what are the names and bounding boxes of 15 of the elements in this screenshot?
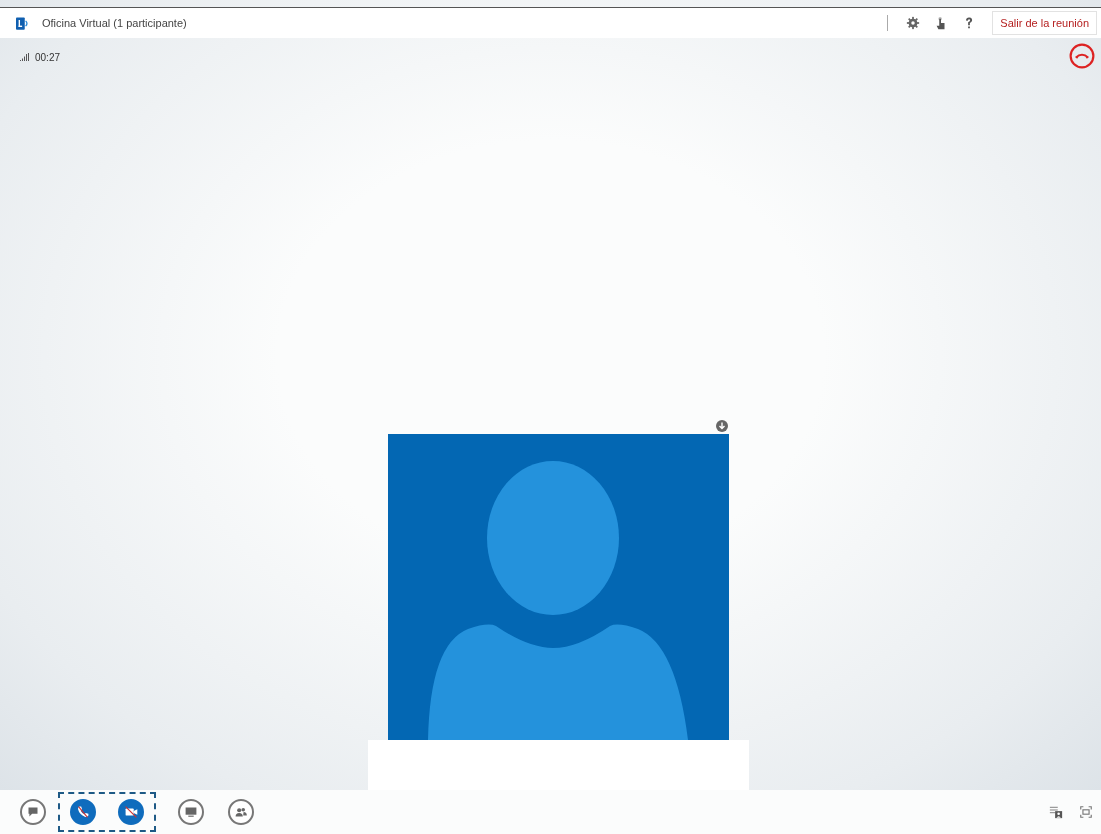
chat-bubble-icon[interactable] [20, 799, 46, 825]
people-icon[interactable] [228, 799, 254, 825]
app-logo-icon [16, 16, 30, 30]
signal-strength-icon [20, 53, 30, 61]
phone-muted-icon[interactable] [70, 799, 96, 825]
video-off-icon[interactable] [118, 799, 144, 825]
fullscreen-icon[interactable] [1079, 805, 1093, 819]
monitor-icon[interactable] [178, 799, 204, 825]
call-duration: 00:27 [35, 51, 61, 63]
contact-card-icon[interactable] [1049, 805, 1063, 819]
window-title: Oficina Virtual (1 participante) [42, 17, 187, 29]
hang-up-icon[interactable] [1069, 43, 1095, 69]
leave-meeting-button[interactable]: Salir de la reunión [992, 11, 1097, 35]
settings-icon[interactable] [906, 16, 921, 30]
download-icon[interactable] [716, 420, 728, 432]
